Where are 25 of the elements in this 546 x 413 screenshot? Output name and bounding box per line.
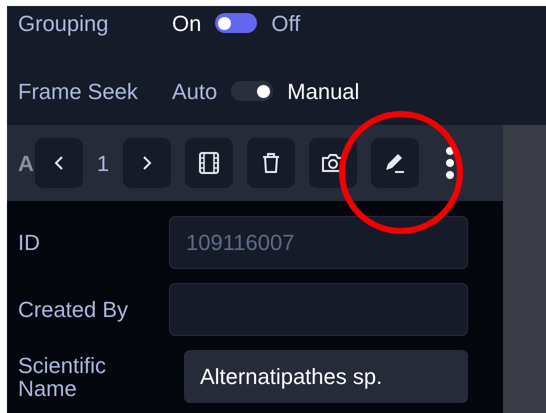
- field-label: Scientific Name: [17, 354, 108, 400]
- option-label[interactable]: On: [172, 6, 202, 40]
- toggle-switch[interactable]: [231, 81, 274, 101]
- option-label[interactable]: Manual: [287, 74, 360, 108]
- edit-button[interactable]: [370, 138, 419, 188]
- scrollbar[interactable]: [503, 125, 546, 413]
- toggle-switch[interactable]: [215, 13, 258, 33]
- trash-icon: [262, 152, 280, 174]
- film-icon: [198, 152, 219, 174]
- chevron-right-icon: [142, 155, 152, 171]
- page-number: 1: [96, 150, 109, 178]
- field-label: ID: [17, 231, 41, 254]
- delete-button[interactable]: [246, 138, 295, 188]
- field-label: Created By: [17, 298, 130, 321]
- setting-label: Frame Seek: [17, 78, 139, 106]
- film-button[interactable]: [184, 138, 233, 188]
- more-icon[interactable]: [444, 146, 455, 180]
- chevron-left-icon: [54, 155, 64, 171]
- input-field[interactable]: [169, 283, 468, 336]
- setting-label: Grouping: [17, 10, 110, 38]
- toolbar-label: A: [18, 150, 34, 178]
- select-field[interactable]: Alternatipathes sp.: [184, 350, 468, 403]
- option-label[interactable]: Auto: [172, 74, 218, 108]
- option-label[interactable]: Off: [271, 6, 300, 40]
- pencil-icon: [384, 152, 406, 174]
